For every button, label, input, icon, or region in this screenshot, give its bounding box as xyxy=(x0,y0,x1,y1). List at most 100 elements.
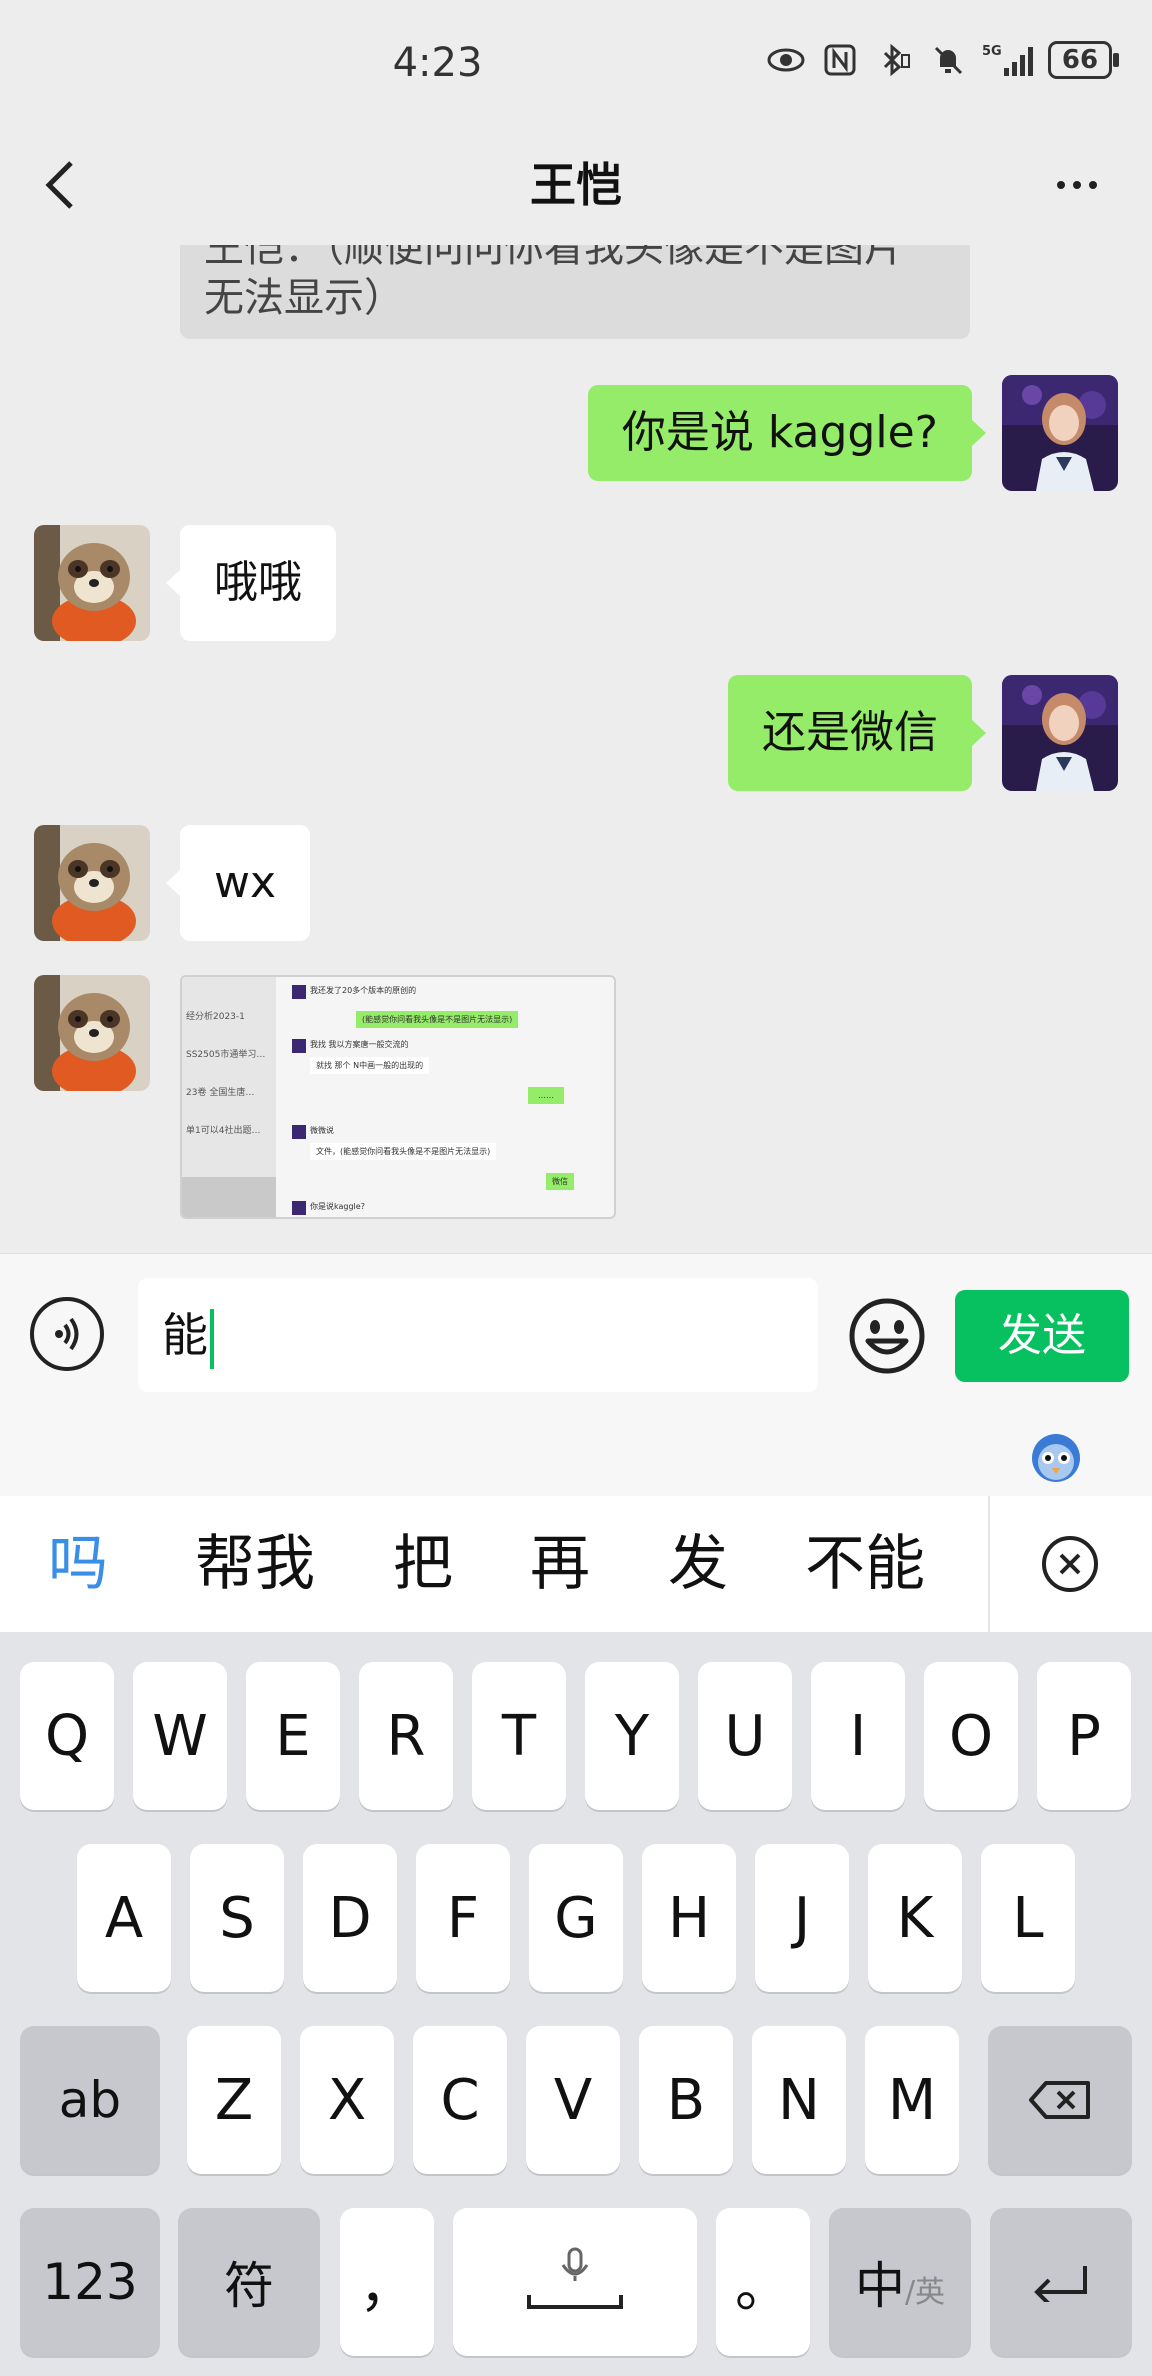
key-a[interactable]: A xyxy=(77,1844,171,1992)
key-j[interactable]: J xyxy=(755,1844,849,1992)
mute-icon xyxy=(928,40,968,80)
send-button[interactable]: 发送 xyxy=(955,1290,1129,1382)
key-q[interactable]: Q xyxy=(20,1662,114,1810)
message-bubble-out[interactable]: 你是说 kaggle? xyxy=(587,385,972,481)
lang-sub: /英 xyxy=(904,2275,946,2310)
key-ab[interactable]: ab xyxy=(20,2026,160,2174)
bluetooth-icon xyxy=(874,40,914,80)
key-period[interactable]: 。 xyxy=(716,2208,810,2356)
message-bubble-in[interactable]: wx xyxy=(180,825,311,941)
emoji-icon xyxy=(849,1298,925,1374)
voice-button[interactable] xyxy=(30,1297,104,1371)
my-avatar[interactable] xyxy=(1002,675,1118,791)
candidate-item[interactable]: 发 xyxy=(650,1496,746,1632)
key-y[interactable]: Y xyxy=(585,1662,679,1810)
clear-x-icon xyxy=(1059,1553,1081,1575)
bubble-tail xyxy=(972,420,986,446)
screenshot-chat: 我还发了20多个版本的原创的 (能感觉你问看我头像是不是图片无法显示) 我找 我… xyxy=(276,977,614,1217)
message-row: wx xyxy=(0,825,1152,941)
more-dots-icon xyxy=(1057,181,1065,189)
key-p[interactable]: P xyxy=(1037,1662,1131,1810)
screenshot-text: 经分析2023-1 xyxy=(186,1012,245,1022)
contact-avatar[interactable] xyxy=(34,825,150,941)
message-bubble-out[interactable]: 还是微信 xyxy=(728,675,972,791)
lang-main: 中 xyxy=(854,2257,905,2315)
key-r[interactable]: R xyxy=(359,1662,453,1810)
chat-header: 王恺 xyxy=(0,130,1152,245)
backspace-key[interactable] xyxy=(988,2026,1132,2174)
key-w[interactable]: W xyxy=(133,1662,227,1810)
image-message[interactable]: 经分析2023-1 SS2505市通举习… 23卷 全国生唐… 单1可以4社出题… xyxy=(180,975,616,1219)
partial-message-line2: 无法显示） xyxy=(204,275,404,321)
enter-key[interactable] xyxy=(990,2208,1132,2356)
screenshot-text: 23卷 全国生唐… xyxy=(186,1088,255,1098)
chat-area[interactable]: 王恺：（顺便问问你看我头像是不是图片 无法显示） 你是说 kaggle? 哦哦 … xyxy=(0,245,1152,1253)
partial-message-bubble[interactable]: 王恺：（顺便问问你看我头像是不是图片 无法显示） xyxy=(180,245,970,339)
chat-title: 王恺 xyxy=(530,158,622,212)
message-row: 你是说 kaggle? xyxy=(0,375,1152,491)
screenshot-sidebar: 经分析2023-1 SS2505市通举习… 23卷 全国生唐… 单1可以4社出题… xyxy=(182,977,276,1217)
candidate-item[interactable]: 把 xyxy=(375,1496,471,1632)
backspace-icon xyxy=(1029,2081,1090,2119)
emoji-button[interactable] xyxy=(848,1297,926,1375)
key-i[interactable]: I xyxy=(811,1662,905,1810)
message-input[interactable]: 能 xyxy=(138,1278,818,1392)
bubble-tail xyxy=(166,570,180,596)
key-c[interactable]: C xyxy=(413,2026,507,2174)
keyboard: Q W E R T Y U I O P A S D F G H J K L ab… xyxy=(0,1632,1152,2376)
partial-message-line1: 王恺：（顺便问问你看我头像是不是图片 xyxy=(204,245,904,271)
bubble-tail xyxy=(972,720,986,746)
space-mic-icon xyxy=(527,2247,623,2309)
candidate-item[interactable]: 吗 xyxy=(30,1496,126,1632)
key-v[interactable]: V xyxy=(526,2026,620,2174)
key-b[interactable]: B xyxy=(639,2026,733,2174)
key-h[interactable]: H xyxy=(642,1844,736,1992)
key-symbols[interactable]: 符 xyxy=(178,2208,320,2356)
candidate-item[interactable]: 不能 xyxy=(790,1496,940,1632)
nfc-icon xyxy=(820,40,860,80)
eye-icon xyxy=(766,40,806,80)
key-e[interactable]: E xyxy=(246,1662,340,1810)
key-123[interactable]: 123 xyxy=(20,2208,160,2356)
key-z[interactable]: Z xyxy=(187,2026,281,2174)
key-t[interactable]: T xyxy=(472,1662,566,1810)
screenshot-text: 单1可以4社出题… xyxy=(186,1126,261,1136)
message-row: 经分析2023-1 SS2505市通举习… 23卷 全国生唐… 单1可以4社出题… xyxy=(0,975,1152,1225)
more-button[interactable] xyxy=(1042,150,1112,220)
key-x[interactable]: X xyxy=(300,2026,394,2174)
key-d[interactable]: D xyxy=(303,1844,397,1992)
candidate-item[interactable]: 再 xyxy=(512,1496,608,1632)
key-m[interactable]: M xyxy=(865,2026,959,2174)
key-g[interactable]: G xyxy=(529,1844,623,1992)
screenshot-text: SS2505市通举习… xyxy=(186,1050,266,1060)
clear-button[interactable] xyxy=(1042,1536,1098,1592)
key-lang-switch[interactable]: 中/英 xyxy=(829,2208,971,2356)
contact-avatar[interactable] xyxy=(34,525,150,641)
key-k[interactable]: K xyxy=(868,1844,962,1992)
enter-icon xyxy=(1034,2266,1087,2302)
signal-icon: 5G xyxy=(982,40,1034,80)
candidate-item[interactable]: 帮我 xyxy=(180,1496,330,1632)
battery-icon: 66 xyxy=(1048,41,1119,79)
space-key[interactable] xyxy=(453,2208,697,2356)
candidate-divider xyxy=(988,1496,990,1632)
key-u[interactable]: U xyxy=(698,1662,792,1810)
text-caret xyxy=(210,1308,214,1369)
status-bar: 4:23 5G 66 xyxy=(0,0,1152,130)
message-row: 还是微信 xyxy=(0,675,1152,791)
message-bubble-in[interactable]: 哦哦 xyxy=(180,525,336,641)
key-n[interactable]: N xyxy=(752,2026,846,2174)
key-comma[interactable]: ， xyxy=(340,2208,434,2356)
status-icons: 5G 66 xyxy=(766,40,1119,80)
ime-mascot-icon[interactable] xyxy=(1028,1428,1084,1484)
key-l[interactable]: L xyxy=(981,1844,1075,1992)
my-avatar[interactable] xyxy=(1002,375,1118,491)
message-input-value: 能 xyxy=(162,1308,208,1362)
status-time: 4:23 xyxy=(392,40,483,86)
key-f[interactable]: F xyxy=(416,1844,510,1992)
key-s[interactable]: S xyxy=(190,1844,284,1992)
svg-text:5G: 5G xyxy=(982,44,1002,59)
key-o[interactable]: O xyxy=(924,1662,1018,1810)
message-row: 哦哦 xyxy=(0,525,1152,641)
contact-avatar[interactable] xyxy=(34,975,150,1091)
